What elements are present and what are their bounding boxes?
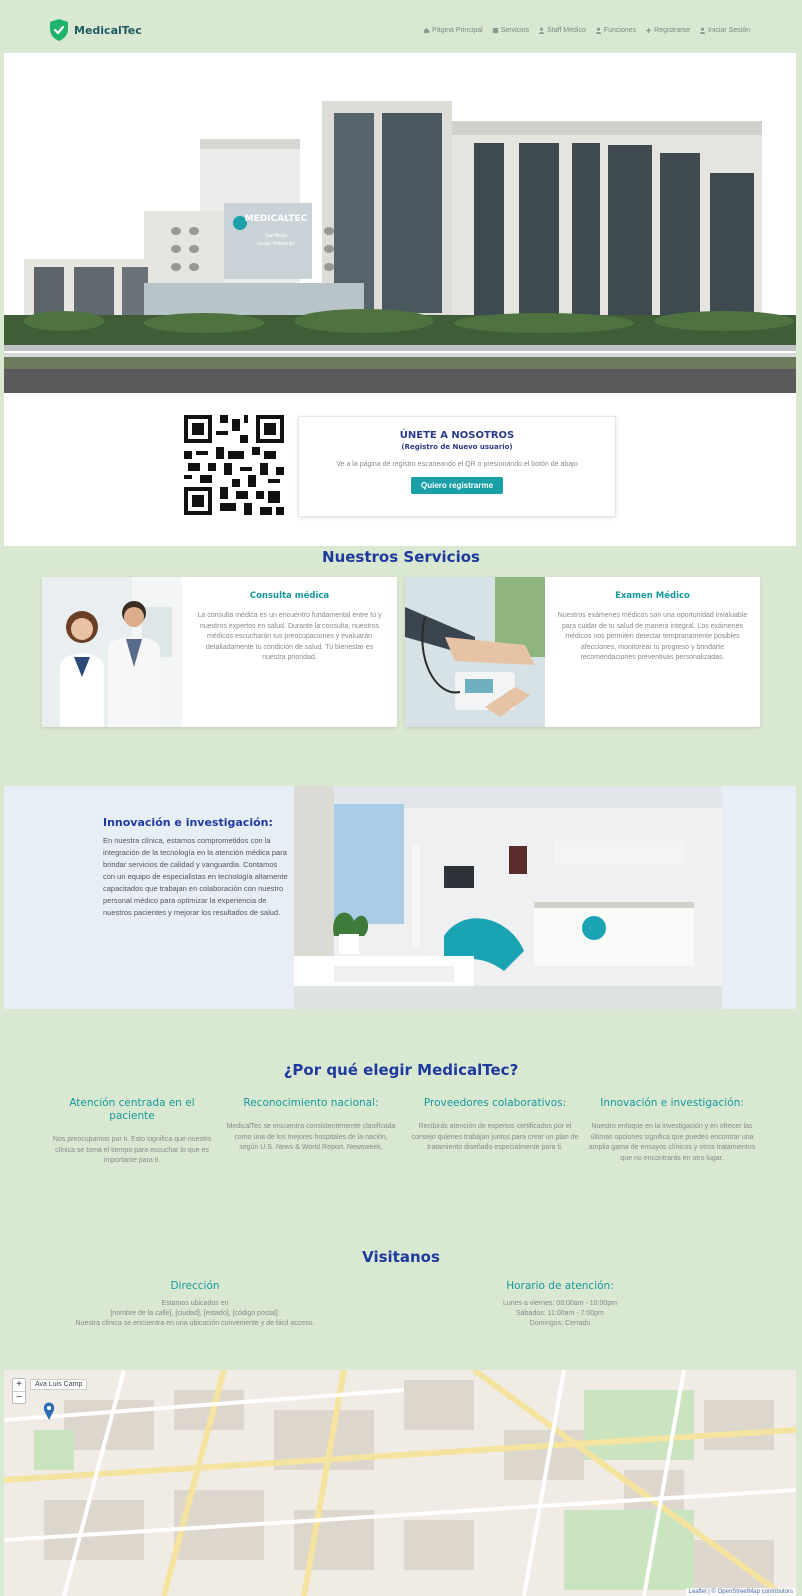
nav-login[interactable]: Iniciar Sesión (699, 27, 750, 34)
innovation-body: En nuestra clínica, estamos comprometido… (103, 836, 288, 917)
join-description: Ve a la página de registro escaneando el… (336, 461, 578, 468)
innovation-section: Innovación e investigación: En nuestra c… (4, 786, 796, 1009)
qr-code[interactable] (184, 415, 284, 515)
map-attribution[interactable]: Leaflet | © OpenStreetMap contributors (685, 1588, 796, 1596)
nav-functions-label: Funciones (603, 26, 637, 34)
address-block: Dirección Estamos ubicados en [nombre de… (40, 1280, 350, 1329)
service-title: Examen Médico (615, 591, 690, 601)
why-item-text: Nos preocupamos por ti. Esto significa q… (52, 1136, 212, 1164)
nav-links: Página Principal Servicios Staff Médico … (423, 27, 750, 34)
address-line: Estamos ubicados en (161, 1300, 229, 1307)
user-icon (595, 27, 601, 34)
why-item-text: Recibirás atención de expertos certifica… (411, 1123, 579, 1151)
service-body: Consulta médica La consulta médica es un… (182, 577, 397, 727)
nav-services[interactable]: Servicios (492, 27, 529, 34)
map-tiles (4, 1370, 796, 1596)
hours-line: Lunes a viernes: 08:00am - 10:00pm (502, 1300, 617, 1307)
register-button[interactable]: Quiero registrarme (410, 477, 504, 494)
hours-line: Sábados: 11:00am - 7:00pm (516, 1310, 604, 1317)
visit-title: Visitanos (362, 1248, 440, 1266)
zoom-out-button[interactable]: − (13, 1391, 25, 1403)
location-map[interactable]: + − Ava Luis Camp Leaflet | © OpenStreet… (4, 1370, 796, 1596)
address-line: Nuestra clínica se encuentra en una ubic… (75, 1320, 315, 1327)
home-icon (423, 27, 430, 33)
service-text: Nuestros exámenes médicos son una oportu… (557, 612, 748, 661)
shield-check-icon (50, 19, 68, 41)
service-text: La consulta médica es un encuentro funda… (197, 612, 382, 661)
why-item-text: Nuestro enfoque en la investigación y en… (588, 1123, 756, 1162)
service-title: Consulta médica (249, 591, 330, 601)
why-item-text: MedicalTec se encuentra consistentemente… (226, 1123, 396, 1151)
user-icon (538, 27, 545, 34)
map-zoom-control: + − (12, 1378, 26, 1404)
zoom-in-button[interactable]: + (13, 1379, 25, 1391)
doctors-photo (42, 577, 182, 727)
why-item: Innovación e investigación: Nuestro enfo… (587, 1097, 757, 1164)
user-icon (699, 27, 706, 34)
innovation-title: Innovación e investigación: (103, 816, 273, 829)
why-item-title: Atención centrada en el paciente (69, 1097, 195, 1122)
join-title: ÚNETE A NOSOTROS (399, 430, 515, 441)
address-text: Estamos ubicados en [nombre de la calle]… (40, 1299, 350, 1329)
building-sign: MEDICALTEC (245, 214, 308, 224)
nav-staff[interactable]: Staff Médico (538, 27, 586, 34)
address-line: [nombre de la calle], [ciudad], [estado]… (110, 1310, 280, 1317)
address-title: Dirección (170, 1280, 220, 1292)
building-sign-sub2: Grupo Telemedic (257, 241, 295, 247)
brand-link[interactable]: MedicalTec (48, 18, 142, 42)
nav-services-label: Servicios (500, 26, 530, 34)
service-card-exam: Examen Médico Nuestros exámenes médicos … (405, 577, 760, 727)
why-item-title: Proveedores colaborativos: (423, 1097, 567, 1109)
nav-register-label: Registrarse (654, 26, 690, 34)
grid-icon (492, 27, 498, 33)
services-title: Nuestros Servicios (322, 548, 480, 566)
nav-login-label: Iniciar Sesión (707, 26, 750, 34)
nav-register[interactable]: Registrarse (645, 27, 690, 34)
why-title: ¿Por qué elegir MedicalTec? (283, 1061, 519, 1079)
why-item: Atención centrada en el paciente Nos pre… (47, 1097, 217, 1167)
navbar: MedicalTec Página Principal Servicios St… (4, 10, 796, 50)
brand-name: MedicalTec (74, 23, 142, 37)
plus-icon (646, 27, 652, 33)
join-card: ÚNETE A NOSOTROS (Registro de Nuevo usua… (298, 416, 616, 517)
why-item: Reconocimiento nacional: MedicalTec se e… (226, 1097, 396, 1154)
service-card-consultation: Consulta médica La consulta médica es un… (42, 577, 397, 727)
why-item-title: Reconocimiento nacional: (243, 1097, 379, 1109)
hours-line: Domingos: Cerrado (529, 1320, 591, 1327)
building-sign-sub: San Borja (265, 233, 287, 239)
why-item-title: Innovación e investigación: (600, 1097, 744, 1109)
blood-pressure-photo (405, 577, 545, 727)
map-marker-label: Ava Luis Camp (30, 1379, 88, 1390)
hero-image: MEDICALTEC San Borja Grupo Telemedic (4, 53, 796, 393)
nav-staff-label: Staff Médico (547, 26, 586, 34)
join-subtitle: (Registro de Nuevo usuario) (401, 443, 513, 451)
service-body: Examen Médico Nuestros exámenes médicos … (545, 577, 760, 727)
hours-text: Lunes a viernes: 08:00am - 10:00pm Sábad… (460, 1299, 660, 1329)
dental-clinic-photo (294, 786, 722, 1009)
hours-block: Horario de atención: Lunes a viernes: 08… (460, 1280, 660, 1329)
hours-title: Horario de atención: (506, 1280, 614, 1292)
innovation-text-block: Innovación e investigación: En nuestra c… (103, 816, 290, 919)
nav-functions[interactable]: Funciones (595, 27, 636, 34)
nav-home-label: Página Principal (432, 26, 483, 34)
why-item: Proveedores colaborativos: Recibirás ate… (410, 1097, 580, 1154)
nav-home[interactable]: Página Principal (423, 27, 483, 34)
